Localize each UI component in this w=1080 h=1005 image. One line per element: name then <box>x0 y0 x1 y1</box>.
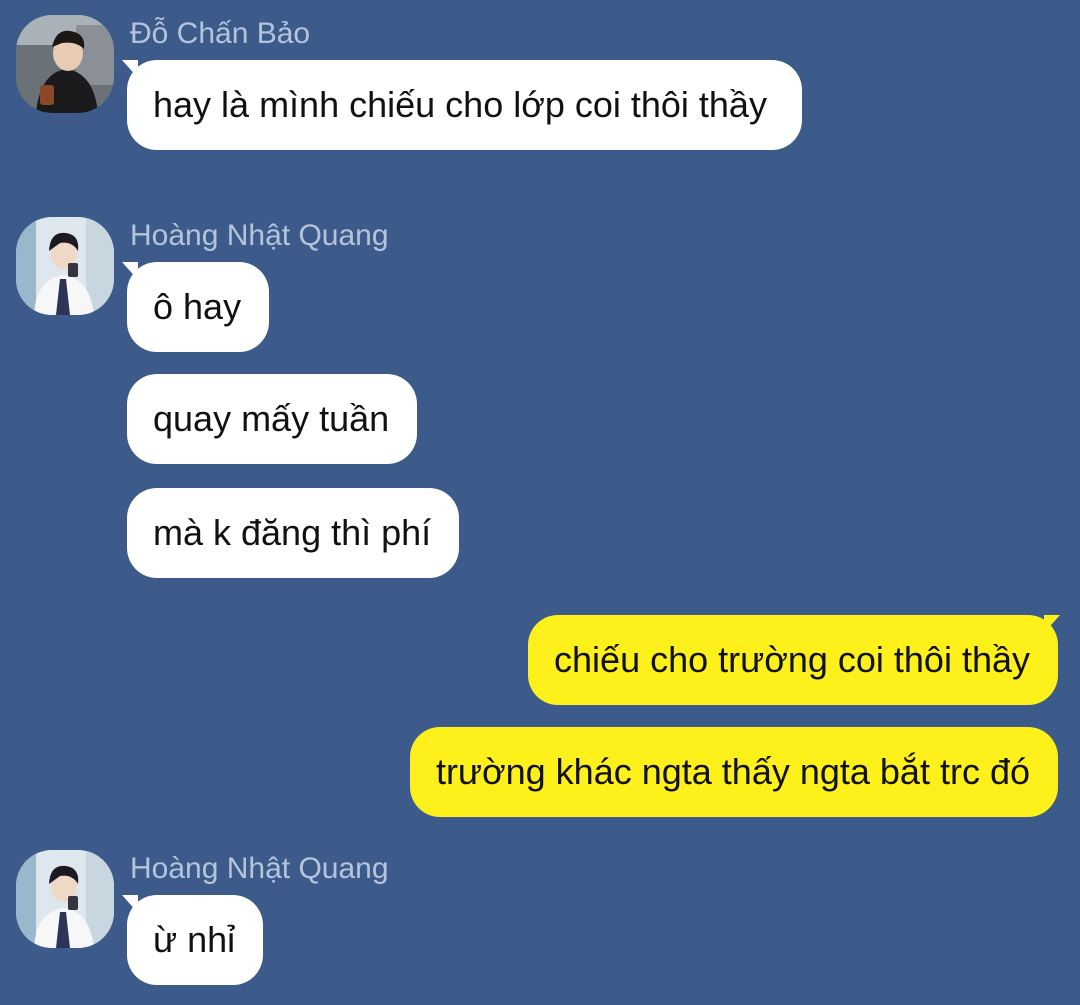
avatar[interactable] <box>16 15 114 113</box>
user-avatar-photo-icon <box>16 850 114 948</box>
message-bubble[interactable]: trường khác ngta thấy ngta bắt trc đó <box>409 727 1058 817</box>
message-bubble[interactable]: hay là mình chiếu cho lớp coi thôi thầy <box>127 60 802 150</box>
user-avatar-photo-icon <box>16 15 114 113</box>
message-bubble[interactable]: ô hay <box>127 262 270 352</box>
sender-name: Hoàng Nhật Quang <box>130 852 389 885</box>
avatar[interactable] <box>16 850 114 948</box>
message-bubble[interactable]: mà k đăng thì phí <box>127 488 460 578</box>
avatar[interactable] <box>16 217 114 315</box>
chat-thread[interactable]: Đỗ Chấn Bảo hay là mình chiếu cho lớp co… <box>0 0 1080 1005</box>
message-bubble[interactable]: ừ nhỉ <box>127 895 264 985</box>
sender-name: Đỗ Chấn Bảo <box>130 17 311 50</box>
message-bubble[interactable]: chiếu cho trường coi thôi thầy <box>528 615 1058 705</box>
user-avatar-photo-icon <box>16 217 114 315</box>
sender-name: Hoàng Nhật Quang <box>130 219 389 252</box>
message-bubble[interactable]: quay mấy tuần <box>127 374 418 464</box>
